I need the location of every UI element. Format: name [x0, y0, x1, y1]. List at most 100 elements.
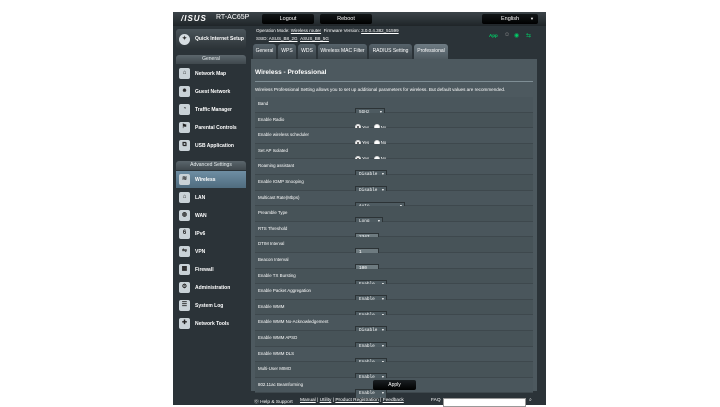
tab-wireless-mac-filter[interactable]: Wireless MAC Filter: [318, 44, 367, 59]
table-row: Enable WMMEnable▼: [255, 299, 533, 321]
setting-label: Set AP Isolated: [258, 147, 288, 153]
sidebar-item-wireless[interactable]: ≋ Wireless: [176, 171, 246, 188]
general-section-header: General: [176, 55, 246, 64]
firewall-icon: ▦: [179, 264, 190, 275]
setting-label: Beacon Interval: [258, 256, 289, 262]
wireless-icon: ≋: [179, 174, 190, 185]
setting-label: Enable wireless scheduler: [258, 132, 310, 138]
table-row: Enable WMM DLSEnable▼: [255, 346, 533, 368]
title-divider: [255, 81, 533, 82]
chevron-down-icon: ▼: [530, 16, 534, 21]
firmware-link[interactable]: 3.0.0.4.382_51599: [361, 28, 399, 33]
operation-mode-line: Operation Mode: Wireless router Firmware…: [256, 28, 399, 33]
ipv6-icon: 6: [179, 228, 190, 239]
table-row: Enable IGMP SnoopingDisable▼: [255, 174, 533, 196]
tab-wps[interactable]: WPS: [278, 44, 296, 59]
logout-button[interactable]: Logout: [262, 14, 314, 24]
setting-label: DTIM Interval: [258, 241, 285, 247]
table-row: DTIM Interval1: [255, 237, 533, 259]
setting-label: Roaming assistant: [258, 163, 295, 169]
reboot-button[interactable]: Reboot: [320, 14, 372, 24]
setting-label: Multicast Rate(Mbps): [258, 194, 300, 200]
faq-label: FAQ: [431, 398, 441, 403]
tab-general[interactable]: General: [253, 44, 276, 59]
sidebar-item-network-tools[interactable]: ✚ Network Tools: [176, 315, 246, 332]
setting-label: RTS Threshold: [258, 225, 288, 231]
language-label: English: [500, 16, 520, 22]
help-icon: ⓪: [254, 400, 259, 405]
utility-link[interactable]: Utility: [320, 398, 332, 403]
operation-mode-link[interactable]: Wireless router: [291, 28, 321, 33]
user-icon[interactable]: ☺: [504, 32, 510, 38]
setting-label: 802.11ac Beamforming: [258, 381, 304, 387]
guest-network-icon: ☻: [179, 86, 190, 97]
network-tools-icon: ✚: [179, 318, 190, 329]
network-map-icon: ⌂: [179, 68, 190, 79]
sidebar-item-administration[interactable]: ⚙ Administration: [176, 279, 246, 296]
model-name: RT-AC65P: [216, 14, 250, 21]
sidebar-item-ipv6[interactable]: 6 IPv6: [176, 225, 246, 242]
table-row: Multi-User MIMOEnable▼: [255, 362, 533, 384]
table-row: Beacon Interval100: [255, 252, 533, 274]
table-row: Enable WMM No-AcknowledgementDisable▼: [255, 315, 533, 337]
setting-label: Band: [258, 101, 269, 106]
faq-search-input[interactable]: [443, 398, 526, 407]
table-row: RTS Threshold2347: [255, 221, 533, 243]
footer-links: Manual | Utility | Product Registration …: [300, 398, 404, 403]
sidebar-item-usb-application[interactable]: ⧉ USB Application: [176, 137, 246, 154]
tab-radius-setting[interactable]: RADIUS Setting: [369, 44, 412, 59]
ssid-2g-link[interactable]: ASUS_B8_2G: [269, 36, 298, 41]
table-row: Preamble TypeLong▼: [255, 206, 533, 228]
language-select[interactable]: English ▼: [482, 14, 538, 24]
system-log-icon: ☰: [179, 300, 190, 311]
sidebar-item-vpn[interactable]: ⇋ VPN: [176, 243, 246, 260]
sidebar-item-parental-controls[interactable]: ⚑ Parental Controls: [176, 119, 246, 136]
app-label[interactable]: App: [489, 33, 498, 38]
lan-icon: ⌂: [179, 192, 190, 203]
sidebar-item-traffic-manager[interactable]: ◔ Traffic Manager: [176, 101, 246, 118]
setting-label: Enable WMM DLS: [258, 350, 295, 356]
page-title: Wireless - Professional: [255, 69, 327, 76]
wan-icon: ◍: [179, 210, 190, 221]
tab-wds[interactable]: WDS: [298, 44, 316, 59]
sidebar-item-system-log[interactable]: ☰ System Log: [176, 297, 246, 314]
administration-icon: ⚙: [179, 282, 190, 293]
setting-label: Preamble Type: [258, 210, 288, 216]
ssid-5g-link[interactable]: ASUS_B8_5G: [300, 36, 329, 41]
table-row: Band5GHz▼: [255, 97, 533, 118]
sidebar-item-guest-network[interactable]: ☻ Guest Network: [176, 83, 246, 100]
quick-internet-setup-button[interactable]: ✦ Quick Internet Setup: [176, 29, 246, 49]
chevron-down-icon: ▼: [381, 391, 384, 396]
sidebar-item-firewall[interactable]: ▦ Firewall: [176, 261, 246, 278]
table-row: Enable WMM APSDEnable▼: [255, 330, 533, 352]
table-row: Enable Packet AggregationEnable▼: [255, 284, 533, 306]
apply-button[interactable]: Apply: [373, 380, 416, 390]
table-row: Enable wireless scheduler Yes No: [255, 128, 533, 147]
table-row: Enable Radio Yes No: [255, 112, 533, 131]
setting-label: Enable Packet Aggregation: [258, 288, 311, 294]
page-description: Wireless Professional Setting allows you…: [255, 87, 506, 92]
sidebar-item-wan[interactable]: ◍ WAN: [176, 207, 246, 224]
usb-icon[interactable]: ⇆: [526, 32, 531, 39]
table-row: Enable TX BurstingEnable▼: [255, 268, 533, 290]
setting-label: Enable WMM APSD: [258, 334, 298, 340]
setting-label: Multi-User MIMO: [258, 366, 292, 372]
search-icon[interactable]: ⌕: [529, 397, 532, 403]
settings-table: Band5GHz▼Enable RadioYes NoEnable wirele…: [255, 97, 533, 399]
setting-label: Enable WMM No-Acknowledgement: [258, 319, 329, 325]
setting-label: Enable TX Bursting: [258, 272, 296, 278]
sidebar-item-network-map[interactable]: ⌂ Network Map: [176, 65, 246, 82]
manual-link[interactable]: Manual: [300, 398, 316, 403]
traffic-manager-icon: ◔: [179, 104, 190, 115]
table-row: Multicast Rate(Mbps)Auto▼: [255, 190, 533, 212]
globe-icon[interactable]: ◉: [514, 32, 519, 39]
ssid-line: SSID: ASUS_B8_2G ASUS_B8_5G: [256, 36, 329, 41]
product-registration-link[interactable]: Product Registration: [335, 398, 378, 403]
usb-application-icon: ⧉: [179, 140, 190, 151]
advanced-settings-header: Advanced Settings: [176, 161, 246, 170]
sidebar-item-lan[interactable]: ⌂ LAN: [176, 189, 246, 206]
feedback-link[interactable]: Feedback: [383, 398, 404, 403]
parental-controls-icon: ⚑: [179, 122, 190, 133]
tab-professional[interactable]: Professional: [414, 44, 448, 59]
help-support[interactable]: ⓪ Help & Support: [254, 398, 293, 405]
